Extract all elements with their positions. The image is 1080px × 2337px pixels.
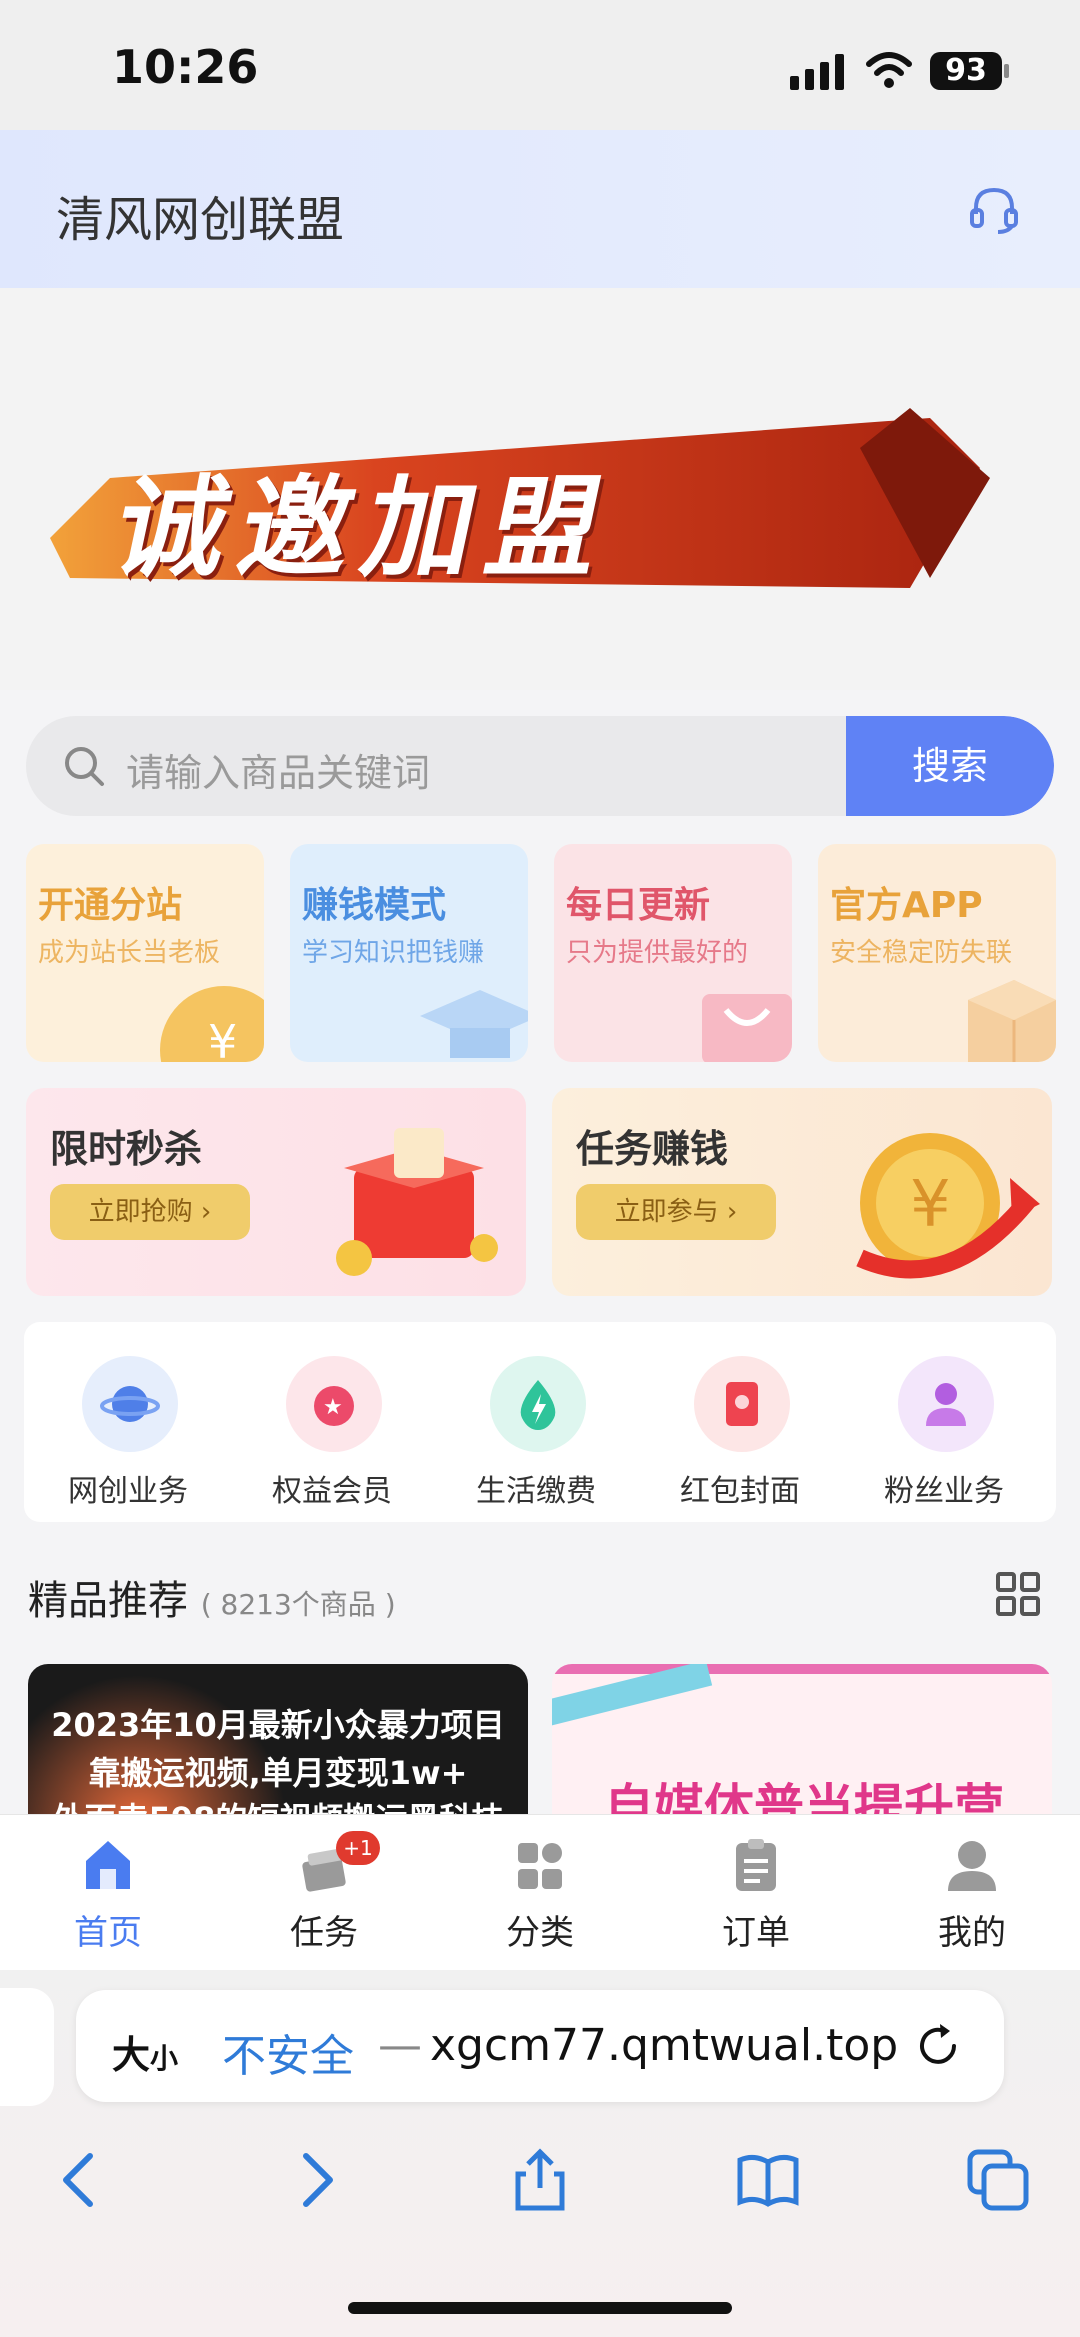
medal-icon: ★ [314,1386,354,1426]
promo-task-earn[interactable]: 任务赚钱 立即参与 › ¥ [552,1088,1052,1296]
category-icon [518,1843,562,1889]
battery-level: 93 [930,52,1002,90]
svg-text:¥: ¥ [910,1168,951,1242]
previous-tab-preview[interactable] [0,1988,54,2106]
card-subtitle: 安全稳定防失联 [830,938,1013,968]
yen-coin-icon: ¥ [160,986,264,1062]
quick-link-label: 网创业务 [68,1474,188,1509]
quick-link-label: 权益会员 [272,1474,392,1509]
promo-flash-sale[interactable]: 限时秒杀 立即抢购 › [26,1088,526,1296]
box-icon [968,980,1056,1062]
page-title: 清风网创联盟 [56,192,345,248]
grid-view-icon[interactable] [996,1572,1040,1616]
planet-icon [100,1386,160,1422]
svg-text:★: ★ [323,1395,343,1420]
card-title: 赚钱模式 [302,885,447,926]
search-input[interactable]: 请输入商品关键词 [126,742,430,797]
battery-icon [1004,64,1009,78]
card-subtitle: 学习知识把钱赚 [302,938,485,968]
drop-icon [520,1380,556,1430]
quick-link-member[interactable]: ★ 权益会员 [242,1342,422,1512]
task-badge: +1 [336,1831,380,1865]
tab-label: 首页 [74,1913,142,1953]
home-indicator[interactable] [348,2302,732,2314]
card-title: 官方APP [830,885,983,926]
quick-link-life-payment[interactable]: 生活缴费 [446,1342,626,1512]
reload-icon[interactable] [914,2022,962,2070]
quick-link-net-business[interactable]: 网创业务 [38,1342,218,1512]
url-text: xgcm77.qmtwual.top [430,2020,899,2071]
back-icon[interactable] [50,2148,114,2212]
card-title: 开通分站 [38,885,183,926]
security-label: 不安全 [222,2031,354,2082]
product-card[interactable]: 2023年10月最新小众暴力项目 靠搬运视频,单月变现1w+ 外面卖598的短视… [28,1664,528,1814]
quick-link-fans[interactable]: 粉丝业务 [854,1342,1034,1512]
join-banner[interactable]: 诚邀加盟 [0,288,1080,690]
graduation-cap-icon [420,990,528,1058]
profile-icon [948,1841,996,1891]
quick-link-red-envelope[interactable]: 红包封面 [650,1342,830,1512]
quick-link-label: 红包封面 [680,1474,800,1509]
banner-text: 诚邀加盟 [104,464,628,592]
card-subtitle: 只为提供最好的 [566,938,749,968]
promo-title: 任务赚钱 [576,1127,729,1171]
share-icon[interactable] [508,2148,572,2212]
feature-card-daily-update[interactable]: 每日更新 只为提供最好的 [554,844,792,1062]
buy-now-button[interactable]: 立即抢购 › [50,1184,250,1240]
tabs-icon[interactable] [966,2148,1030,2212]
product-count: ( 8213个商品 ) [200,1588,396,1621]
promo-title: 限时秒杀 [50,1127,203,1171]
tab-label: 我的 [938,1913,1006,1953]
bookmarks-icon[interactable] [736,2148,800,2212]
signal-icon [790,54,844,90]
recommend-title: 精品推荐 [28,1578,188,1624]
tab-profile[interactable]: 我的 [892,1833,1052,1963]
forward-icon[interactable] [282,2148,346,2212]
wifi-icon [866,52,912,88]
red-envelope-icon [726,1382,758,1426]
gift-box-icon [336,1128,498,1276]
tab-label: 任务 [290,1913,358,1953]
status-bar: 10:26 93 [0,0,1080,130]
feature-card-substation[interactable]: 开通分站 成为站长当老板 ¥ [26,844,264,1062]
tab-home[interactable]: 首页 [28,1833,188,1963]
tab-label: 订单 [722,1913,790,1953]
search-bar[interactable]: 请输入商品关键词 搜索 [26,716,1054,816]
product-card[interactable]: 自媒体普当提升营 [552,1664,1052,1814]
feature-card-earn-mode[interactable]: 赚钱模式 学习知识把钱赚 [290,844,528,1062]
search-button[interactable]: 搜索 [846,716,1054,816]
home-icon [86,1841,130,1889]
text-size-button[interactable]: 大小 [112,2024,178,2079]
product-line: 外面卖598的短视频搬运黑科技 [28,1794,528,1814]
product-line: 自媒体普当提升营 [604,1779,1004,1814]
card-title: 每日更新 [566,885,711,926]
search-icon [65,747,104,786]
status-time: 10:26 [112,40,259,94]
headset-icon[interactable] [968,184,1020,236]
top-bar: 清风网创联盟 [0,130,1080,288]
product-line: 靠搬运视频,单月变现1w+ [88,1754,468,1792]
tab-category[interactable]: 分类 [460,1833,620,1963]
feature-card-official-app[interactable]: 官方APP 安全稳定防失联 [818,844,1056,1062]
gold-coin-icon: ¥ [856,1133,1040,1279]
card-subtitle: 成为站长当老板 [38,938,221,968]
product-line: 2023年10月最新小众暴力项目 [51,1706,505,1744]
quick-link-label: 粉丝业务 [884,1474,1004,1509]
browser-toolbar: 大小 不安全 — xgcm77.qmtwual.top [0,1970,1080,2337]
quick-link-label: 生活缴费 [476,1474,596,1509]
tab-task[interactable]: +1 任务 [244,1831,404,1963]
svg-text:¥: ¥ [208,1015,237,1062]
tab-label: 分类 [506,1913,574,1953]
quick-links: 网创业务 ★ 权益会员 生活缴费 红包封面 粉丝业务 [24,1322,1056,1522]
recommend-header: 精品推荐 ( 8213个商品 ) [28,1568,396,1626]
url-separator: — [378,2020,422,2071]
join-now-button[interactable]: 立即参与 › [576,1184,776,1240]
tab-order[interactable]: 订单 [676,1833,836,1963]
order-icon [736,1839,776,1891]
shopping-bag-icon [702,994,792,1062]
tab-bar: 首页 +1 任务 分类 订单 我的 [0,1814,1080,1970]
address-bar[interactable]: 大小 不安全 — xgcm77.qmtwual.top [76,1990,1004,2102]
user-icon [926,1383,966,1426]
